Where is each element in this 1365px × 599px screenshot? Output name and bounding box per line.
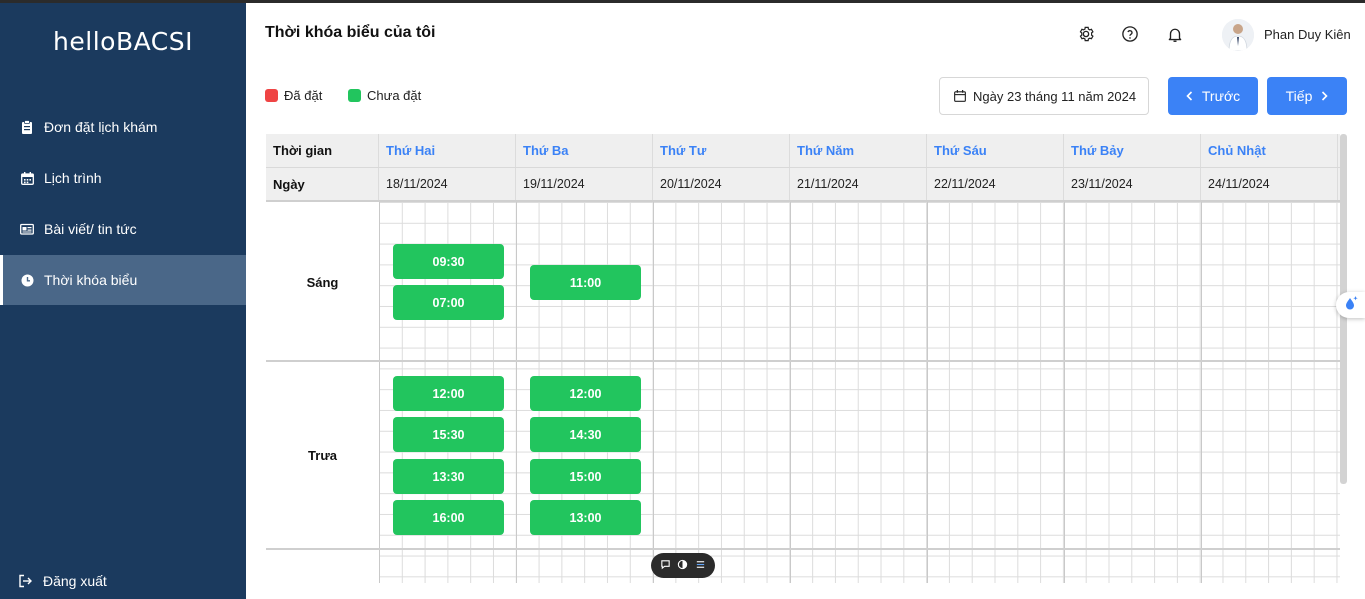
sidebar-item-label: Bài viết/ tin tức	[44, 221, 137, 237]
column-divider	[927, 202, 928, 583]
time-column-header: Thời gian	[266, 134, 379, 167]
logout-label: Đăng xuất	[43, 573, 107, 589]
column-divider	[790, 202, 791, 583]
schedule-table: Thời gian Thứ Hai Thứ Ba Thứ Tư Thứ Năm …	[266, 134, 1340, 583]
date-cell: 24/11/2024	[1201, 168, 1338, 200]
day-header-sat: Thứ Bảy	[1064, 134, 1201, 167]
next-week-button[interactable]: Tiếp	[1267, 77, 1347, 115]
help-icon[interactable]	[1120, 24, 1140, 44]
time-slot[interactable]: 15:00	[530, 459, 641, 494]
day-header-mon: Thứ Hai	[379, 134, 516, 167]
logout-button[interactable]: Đăng xuất	[18, 573, 107, 589]
chevron-right-icon	[1321, 89, 1328, 104]
prev-week-button[interactable]: Trước	[1168, 77, 1258, 115]
floating-mini-toolbar	[651, 553, 715, 578]
column-divider	[1201, 202, 1202, 583]
sidebar-item-schedule[interactable]: Lịch trình	[0, 153, 246, 203]
date-column-header: Ngày	[266, 168, 379, 200]
legend-booked: Đã đặt	[265, 88, 322, 103]
date-cell: 20/11/2024	[653, 168, 790, 200]
sidebar-item-appointments[interactable]: Đơn đặt lịch khám	[0, 102, 246, 152]
date-cell: 21/11/2024	[790, 168, 927, 200]
time-slot[interactable]: 13:00	[530, 500, 641, 535]
menu-lines-icon[interactable]	[695, 557, 706, 575]
column-divider	[653, 202, 654, 583]
column-divider	[516, 202, 517, 583]
date-cell: 23/11/2024	[1064, 168, 1201, 200]
column-divider	[379, 202, 380, 583]
sidebar: helloBACSI Đơn đặt lịch khám Lịch trình …	[0, 3, 246, 599]
time-slot[interactable]: 11:00	[530, 265, 641, 300]
legend-label: Chưa đặt	[367, 88, 422, 103]
sidebar-item-label: Đơn đặt lịch khám	[44, 119, 158, 135]
date-cell: 22/11/2024	[927, 168, 1064, 200]
clipboard-icon	[20, 120, 34, 134]
assistant-widget-button[interactable]	[1336, 292, 1365, 318]
legend-swatch-green	[348, 89, 361, 102]
time-slot[interactable]: 15:30	[393, 417, 504, 452]
day-header-wed: Thứ Tư	[653, 134, 790, 167]
date-picker[interactable]: Ngày 23 tháng 11 năm 2024	[939, 77, 1149, 115]
legend-available: Chưa đặt	[348, 88, 421, 103]
calendar-icon	[954, 90, 966, 102]
newspaper-icon	[20, 222, 34, 236]
day-header-sun: Chủ Nhật	[1201, 134, 1338, 167]
page-title: Thời khóa biểu của tôi	[265, 24, 436, 41]
comment-icon[interactable]	[660, 557, 671, 575]
clock-icon	[20, 273, 34, 287]
legend-label: Đã đặt	[284, 88, 323, 103]
legend-swatch-red	[265, 89, 278, 102]
date-picker-value: Ngày 23 tháng 11 năm 2024	[973, 88, 1137, 104]
schedule-grid	[379, 202, 1340, 583]
time-slot[interactable]: 12:00	[393, 376, 504, 411]
period-label-morning: Sáng	[306, 275, 339, 290]
avatar[interactable]	[1222, 19, 1254, 51]
prev-button-label: Trước	[1201, 88, 1241, 104]
period-divider	[266, 548, 1340, 550]
sidebar-item-label: Thời khóa biểu	[44, 272, 138, 288]
time-slot[interactable]: 07:00	[393, 285, 504, 320]
sidebar-item-articles[interactable]: Bài viết/ tin tức	[0, 204, 246, 254]
date-header-row: Ngày 18/11/2024 19/11/2024 20/11/2024 21…	[266, 168, 1340, 202]
notification-bell-icon[interactable]	[1165, 24, 1185, 44]
app-logo: helloBACSI	[53, 27, 193, 56]
period-divider	[266, 360, 1340, 362]
calendar-icon	[20, 171, 34, 185]
time-slot[interactable]: 09:30	[393, 244, 504, 279]
contrast-icon[interactable]	[677, 557, 688, 575]
column-divider	[1064, 202, 1065, 583]
day-header-tue: Thứ Ba	[516, 134, 653, 167]
period-label-noon: Trưa	[308, 448, 337, 463]
date-cell: 18/11/2024	[379, 168, 516, 200]
time-slot[interactable]: 12:00	[530, 376, 641, 411]
date-cell: 19/11/2024	[516, 168, 653, 200]
sparkle-drop-icon	[1343, 295, 1359, 316]
day-header-fri: Thứ Sáu	[927, 134, 1064, 167]
day-header-thu: Thứ Năm	[790, 134, 927, 167]
time-slot[interactable]: 16:00	[393, 500, 504, 535]
user-name[interactable]: Phan Duy Kiên	[1264, 27, 1351, 42]
logout-icon	[18, 574, 33, 588]
sidebar-item-timetable[interactable]: Thời khóa biểu	[0, 255, 246, 305]
sidebar-item-label: Lịch trình	[44, 170, 102, 186]
schedule-body: Sáng Trưa 09:30 07:00 11:00 12:00 15:30 …	[266, 202, 1340, 583]
chevron-left-icon	[1186, 89, 1193, 104]
time-slot[interactable]: 14:30	[530, 417, 641, 452]
next-button-label: Tiếp	[1285, 88, 1313, 104]
time-slot[interactable]: 13:30	[393, 459, 504, 494]
day-header-row: Thời gian Thứ Hai Thứ Ba Thứ Tư Thứ Năm …	[266, 134, 1340, 168]
settings-icon[interactable]	[1076, 24, 1096, 44]
